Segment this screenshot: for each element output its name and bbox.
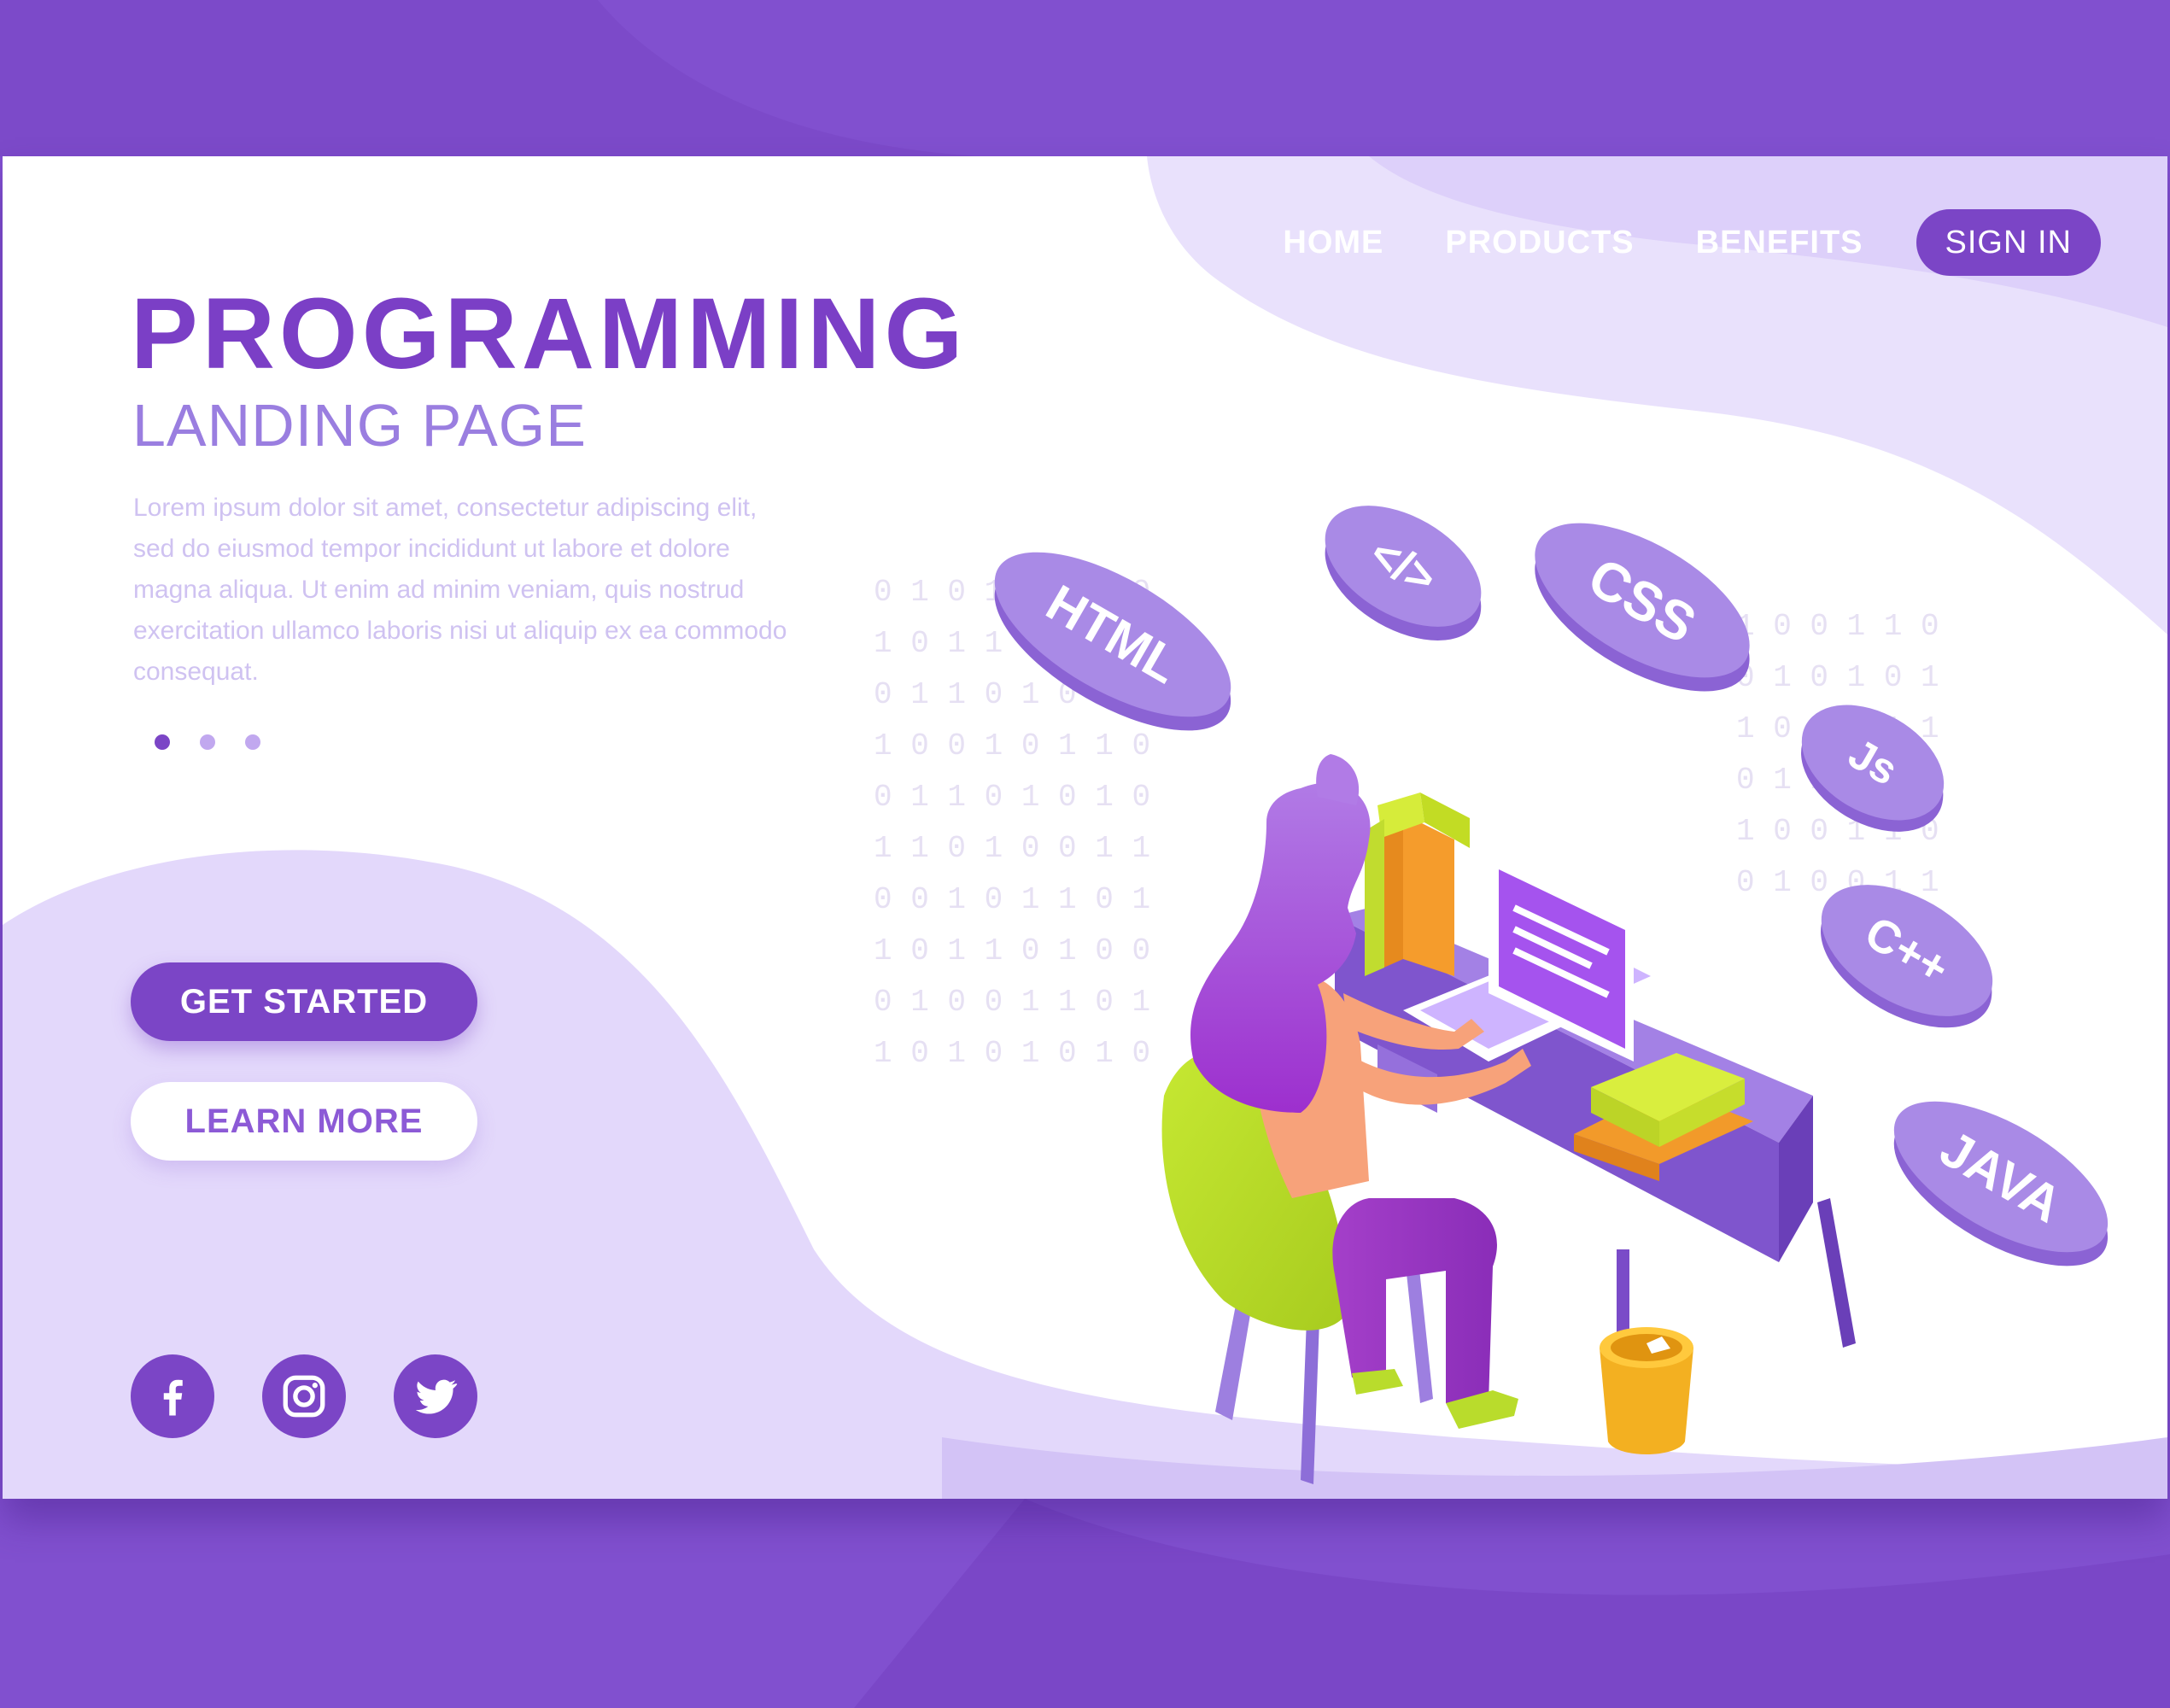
svg-text:1 0 1 0 1 0 1 0: 1 0 1 0 1 0 1 0 — [874, 1036, 1150, 1071]
facebook-icon — [163, 1379, 183, 1416]
learn-more-button[interactable]: LEARN MORE — [131, 1082, 477, 1161]
svg-text:0 0 1 0 1 1 0 1: 0 0 1 0 1 1 0 1 — [874, 882, 1150, 917]
trash-can — [1600, 1327, 1693, 1454]
svg-text:1 0 0 1 1 0: 1 0 0 1 1 0 — [1736, 609, 1939, 644]
facebook-button[interactable] — [131, 1354, 214, 1438]
svg-text:1 1 0 1 0 0 1 1: 1 1 0 1 0 0 1 1 — [874, 831, 1150, 866]
svg-text:0 1 0 1 0 1: 0 1 0 1 0 1 — [1736, 660, 1939, 695]
twitter-icon — [415, 1379, 458, 1414]
get-started-button[interactable]: GET STARTED — [131, 962, 477, 1041]
slide-dot-1[interactable] — [155, 734, 170, 750]
top-navigation: HOME PRODUCTS BENEFITS SIGN IN — [1283, 209, 2101, 276]
svg-text:1 0 0 1 0 1 1 0: 1 0 0 1 0 1 1 0 — [874, 728, 1150, 763]
landing-card: HOME PRODUCTS BENEFITS SIGN IN PROGRAMMI… — [3, 156, 2167, 1499]
social-links — [131, 1354, 477, 1438]
sign-in-button[interactable]: SIGN IN — [1916, 209, 2101, 276]
page-subtitle: LANDING PAGE — [132, 392, 587, 459]
twitter-button[interactable] — [394, 1354, 477, 1438]
books-stack — [1365, 793, 1470, 976]
hero-description: Lorem ipsum dolor sit amet, consectetur … — [133, 494, 787, 686]
svg-text:0 1 1 0 1 0 1 0: 0 1 1 0 1 0 1 0 — [874, 780, 1150, 815]
instagram-button[interactable] — [262, 1354, 346, 1438]
svg-text:0 1 0 0 1 1 0 1: 0 1 0 0 1 1 0 1 — [874, 985, 1150, 1020]
slide-dot-2[interactable] — [200, 734, 215, 750]
developer-illustration: 0 1 0 1 1 0 1 0 1 0 1 1 0 0 1 0 0 1 1 0 … — [874, 506, 2109, 1484]
nav-home[interactable]: HOME — [1283, 225, 1383, 261]
svg-text:1 0 1 1 0 1 0 0: 1 0 1 1 0 1 0 0 — [874, 933, 1150, 968]
instagram-icon — [283, 1375, 325, 1418]
page-title: PROGRAMMING — [131, 278, 968, 390]
slide-indicator — [155, 734, 260, 750]
slide-dot-3[interactable] — [245, 734, 260, 750]
nav-products[interactable]: PRODUCTS — [1445, 225, 1634, 261]
pill-java: JAVA — [1893, 1101, 2109, 1266]
nav-benefits[interactable]: BENEFITS — [1696, 225, 1863, 261]
pill-code: </> — [1325, 506, 1482, 640]
